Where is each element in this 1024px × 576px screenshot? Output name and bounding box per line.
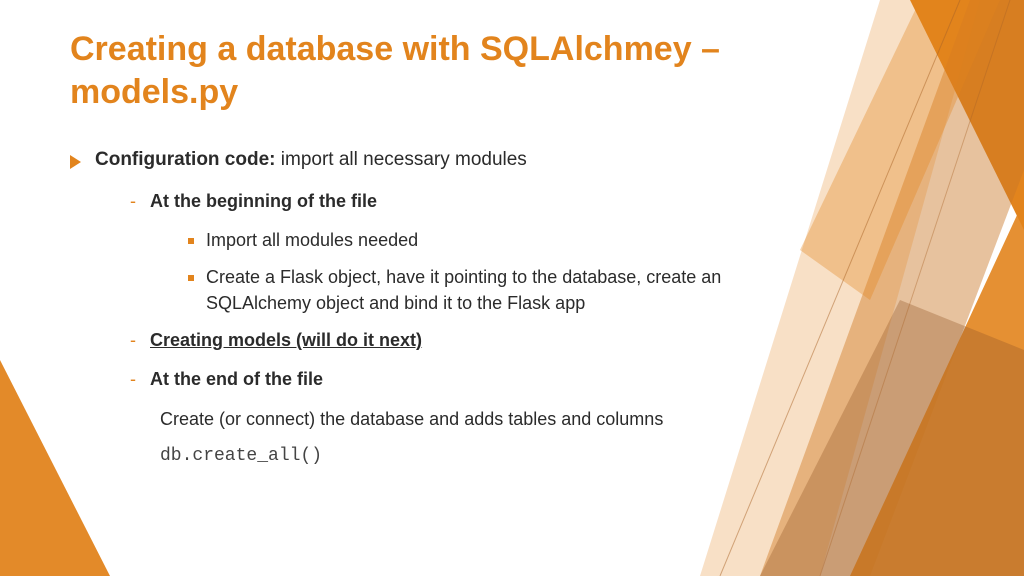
bullet-text: At the end of the file bbox=[150, 367, 323, 392]
code-snippet: db.create_all() bbox=[160, 446, 954, 466]
square-bullet-icon bbox=[188, 275, 194, 281]
bullet-level2: - At the end of the file bbox=[130, 367, 750, 392]
bullet-level3: Create a Flask object, have it pointing … bbox=[188, 265, 768, 315]
bullet-text: Create a Flask object, have it pointing … bbox=[206, 265, 768, 315]
bullet-text: Creating models (will do it next) bbox=[150, 328, 422, 353]
slide-title: Creating a database with SQLAlchmey – mo… bbox=[70, 28, 870, 113]
bullet-text: At the beginning of the file bbox=[150, 189, 377, 214]
bullet-text: Configuration code: import all necessary… bbox=[95, 149, 527, 171]
dash-bullet-icon: - bbox=[130, 328, 136, 353]
bullet-level1: Configuration code: import all necessary… bbox=[70, 149, 954, 171]
dash-bullet-icon: - bbox=[130, 367, 136, 392]
body-text: Create (or connect) the database and add… bbox=[160, 406, 730, 432]
triangle-bullet-icon bbox=[70, 155, 81, 169]
dash-bullet-icon: - bbox=[130, 189, 136, 214]
bullet-level2: - Creating models (will do it next) bbox=[130, 328, 750, 353]
bullet-text: Import all modules needed bbox=[206, 228, 418, 253]
square-bullet-icon bbox=[188, 238, 194, 244]
bullet-level3: Import all modules needed bbox=[188, 228, 768, 253]
bullet-level2: - At the beginning of the file bbox=[130, 189, 750, 214]
